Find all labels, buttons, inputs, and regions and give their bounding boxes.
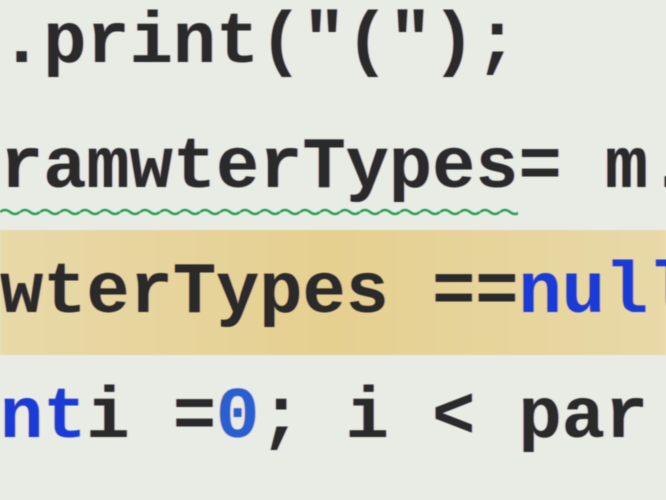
code-line: .print("("); [0, 0, 666, 105]
code-editor[interactable]: .print("("); ramwterTypes = m. wterTypes… [0, 0, 666, 480]
code-line: nt i = 0; i < par [0, 355, 666, 480]
null-keyword: null [518, 239, 666, 347]
code-text: = m. [518, 114, 666, 222]
code-text: ; i < par [259, 364, 648, 472]
keyword-fragment: nt [0, 364, 86, 472]
spellcheck-warning: ramwterTypes [0, 114, 518, 222]
code-text: ); [432, 0, 518, 97]
code-line: ramwterTypes = m. [0, 105, 666, 230]
string-literal: "(" [302, 0, 432, 97]
code-text: i = [86, 364, 216, 472]
code-text: wterTypes == [0, 239, 518, 347]
code-line-highlighted: wterTypes == null [0, 230, 666, 355]
number-literal: 0 [216, 364, 259, 472]
code-text: .print( [0, 0, 302, 97]
